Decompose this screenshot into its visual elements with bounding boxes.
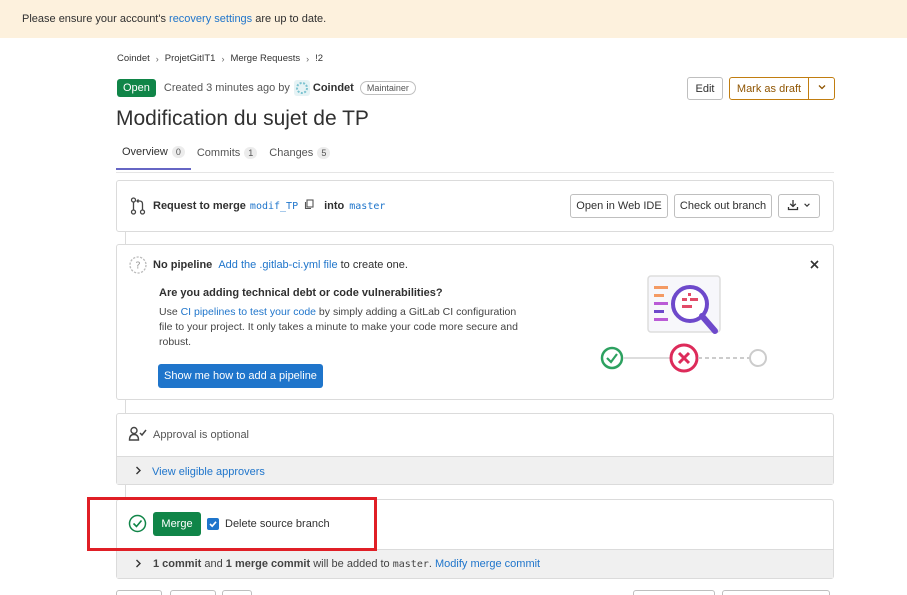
timeline-connector <box>125 232 126 244</box>
bottom-action-button[interactable] <box>222 590 252 595</box>
ci-pipelines-link[interactable]: CI pipelines to test your code <box>181 306 316 318</box>
mark-as-draft-button[interactable]: Mark as draft <box>729 77 809 100</box>
account-alert-banner: Please ensure your account's recovery se… <box>0 0 907 38</box>
breadcrumb-item-merge-requests[interactable]: Merge Requests <box>230 53 300 64</box>
tab-changes-label: Changes <box>269 147 314 159</box>
source-branch-link[interactable]: modif_TP <box>250 201 298 212</box>
breadcrumb-item-project[interactable]: ProjetGitIT1 <box>165 53 216 64</box>
into-label: into <box>324 200 345 212</box>
role-badge: Maintainer <box>359 81 416 95</box>
tab-commits-count: 1 <box>244 147 258 159</box>
chevron-right-icon: › <box>306 53 310 64</box>
tab-overview[interactable]: Overview 0 <box>116 146 191 170</box>
chevron-right-icon: › <box>155 53 159 64</box>
view-approvers-link[interactable]: View eligible approvers <box>152 466 265 478</box>
status-badge: Open <box>117 79 156 97</box>
chevron-right-icon[interactable] <box>135 466 142 478</box>
pipeline-body-line2: file to your project. It only takes a mi… <box>159 321 518 333</box>
pipeline-body-line3: robust. <box>159 336 192 348</box>
breadcrumb-item-mr[interactable]: !2 <box>315 53 323 64</box>
tab-commits-label: Commits <box>196 147 241 159</box>
question-icon: ? <box>129 256 147 277</box>
highlight-box <box>87 497 377 551</box>
git-merge-icon <box>130 197 146 218</box>
target-branch-link[interactable]: master <box>349 201 385 212</box>
no-pipeline-title: No pipeline <box>153 259 213 271</box>
tabs-divider <box>116 172 834 173</box>
approval-icon <box>128 426 148 445</box>
summary-merge-commit: 1 merge commit <box>225 558 311 570</box>
edit-button[interactable]: Edit <box>687 77 723 100</box>
add-gitlab-ci-link[interactable]: Add the .gitlab-ci.yml file <box>218 259 337 271</box>
merge-summary-text: 1 commit and 1 merge commit will be adde… <box>153 558 541 570</box>
download-dropdown-button[interactable] <box>778 194 820 218</box>
bottom-action-button[interactable] <box>116 590 162 595</box>
summary-mid: will be added to <box>313 558 390 570</box>
summary-and: and <box>204 558 223 570</box>
request-to-merge-line: Request to merge modif_TP into master <box>153 199 385 213</box>
mr-tabs: Overview 0 Commits 1 Changes 5 <box>116 146 336 170</box>
svg-text:?: ? <box>135 261 140 272</box>
chevron-right-icon: › <box>221 53 225 64</box>
bottom-action-button[interactable] <box>722 590 830 595</box>
pipeline-body-prefix: Use <box>159 306 181 318</box>
author-name[interactable]: Coindet <box>313 82 354 94</box>
download-icon <box>787 199 799 214</box>
close-icon[interactable] <box>809 258 820 273</box>
tab-commits[interactable]: Commits 1 <box>191 146 263 170</box>
avatar[interactable] <box>293 80 310 96</box>
pipeline-body: Use CI pipelines to test your code by si… <box>159 305 529 350</box>
summary-target-branch: master <box>392 559 429 570</box>
check-out-branch-button[interactable]: Check out branch <box>674 194 772 218</box>
chevron-down-icon <box>803 200 811 212</box>
tab-overview-label: Overview <box>122 146 168 158</box>
alert-text-prefix: Please ensure your account's <box>22 13 170 25</box>
pipeline-body-line1: by simply adding a GitLab CI configurati… <box>316 306 517 318</box>
copy-icon[interactable] <box>304 199 314 213</box>
recovery-settings-link[interactable]: recovery settings <box>169 13 252 25</box>
open-web-ide-button[interactable]: Open in Web IDE <box>570 194 668 218</box>
timeline-connector <box>125 400 126 413</box>
bottom-action-button[interactable] <box>633 590 715 595</box>
chevron-down-icon <box>817 82 827 95</box>
draft-dropdown-button[interactable] <box>808 77 835 100</box>
mr-header: Open Created 3 minutes ago by Coindet Ma… <box>117 79 416 97</box>
page-title: Modification du sujet de TP <box>116 107 369 130</box>
show-pipeline-button[interactable]: Show me how to add a pipeline <box>158 364 323 388</box>
no-pipeline-suffix: to create one. <box>340 259 408 271</box>
tab-overview-count: 0 <box>171 146 185 158</box>
modify-merge-commit-link[interactable]: Modify merge commit <box>435 558 540 570</box>
no-pipeline-line: No pipeline Add the .gitlab-ci.yml file … <box>153 259 408 271</box>
bottom-action-button[interactable] <box>170 590 216 595</box>
approval-text: Approval is optional <box>153 429 250 441</box>
tab-changes[interactable]: Changes 5 <box>263 146 336 170</box>
created-text: Created 3 minutes ago by <box>163 82 290 94</box>
chevron-right-icon[interactable] <box>135 559 142 571</box>
tab-changes-count: 5 <box>317 147 331 159</box>
breadcrumb: Coindet › ProjetGitIT1 › Merge Requests … <box>117 53 323 64</box>
summary-commit: 1 commit <box>153 558 202 570</box>
breadcrumb-item-group[interactable]: Coindet <box>117 53 150 64</box>
pipeline-heading: Are you adding technical debt or code vu… <box>159 287 443 299</box>
request-prefix: Request to merge <box>153 200 246 212</box>
alert-text-suffix: are up to date. <box>252 13 327 25</box>
pipeline-illustration <box>596 272 776 380</box>
